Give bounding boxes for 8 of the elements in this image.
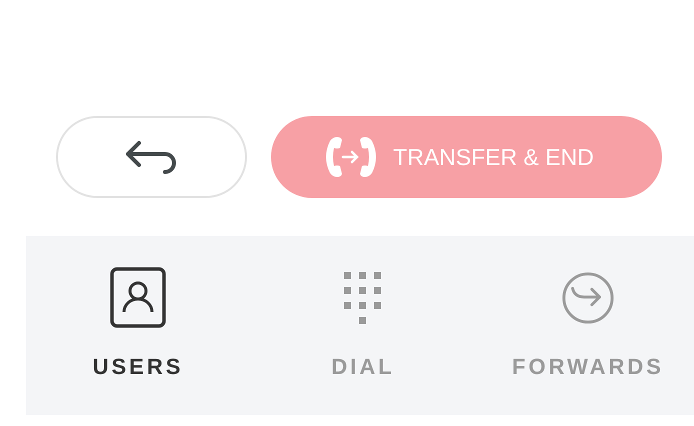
nav-tab[interactable]: DIAL xyxy=(257,236,469,415)
forward-arrow-circle-icon xyxy=(561,271,615,325)
nav-tab[interactable]: FORWARDS xyxy=(482,236,694,415)
dialpad-icon xyxy=(344,272,382,324)
nav-tab[interactable]: USERS xyxy=(32,236,244,415)
contact-card-icon xyxy=(110,267,166,329)
transfer-end-button[interactable]: TRANSFER & END xyxy=(271,116,662,198)
back-arrow-icon xyxy=(124,139,178,175)
